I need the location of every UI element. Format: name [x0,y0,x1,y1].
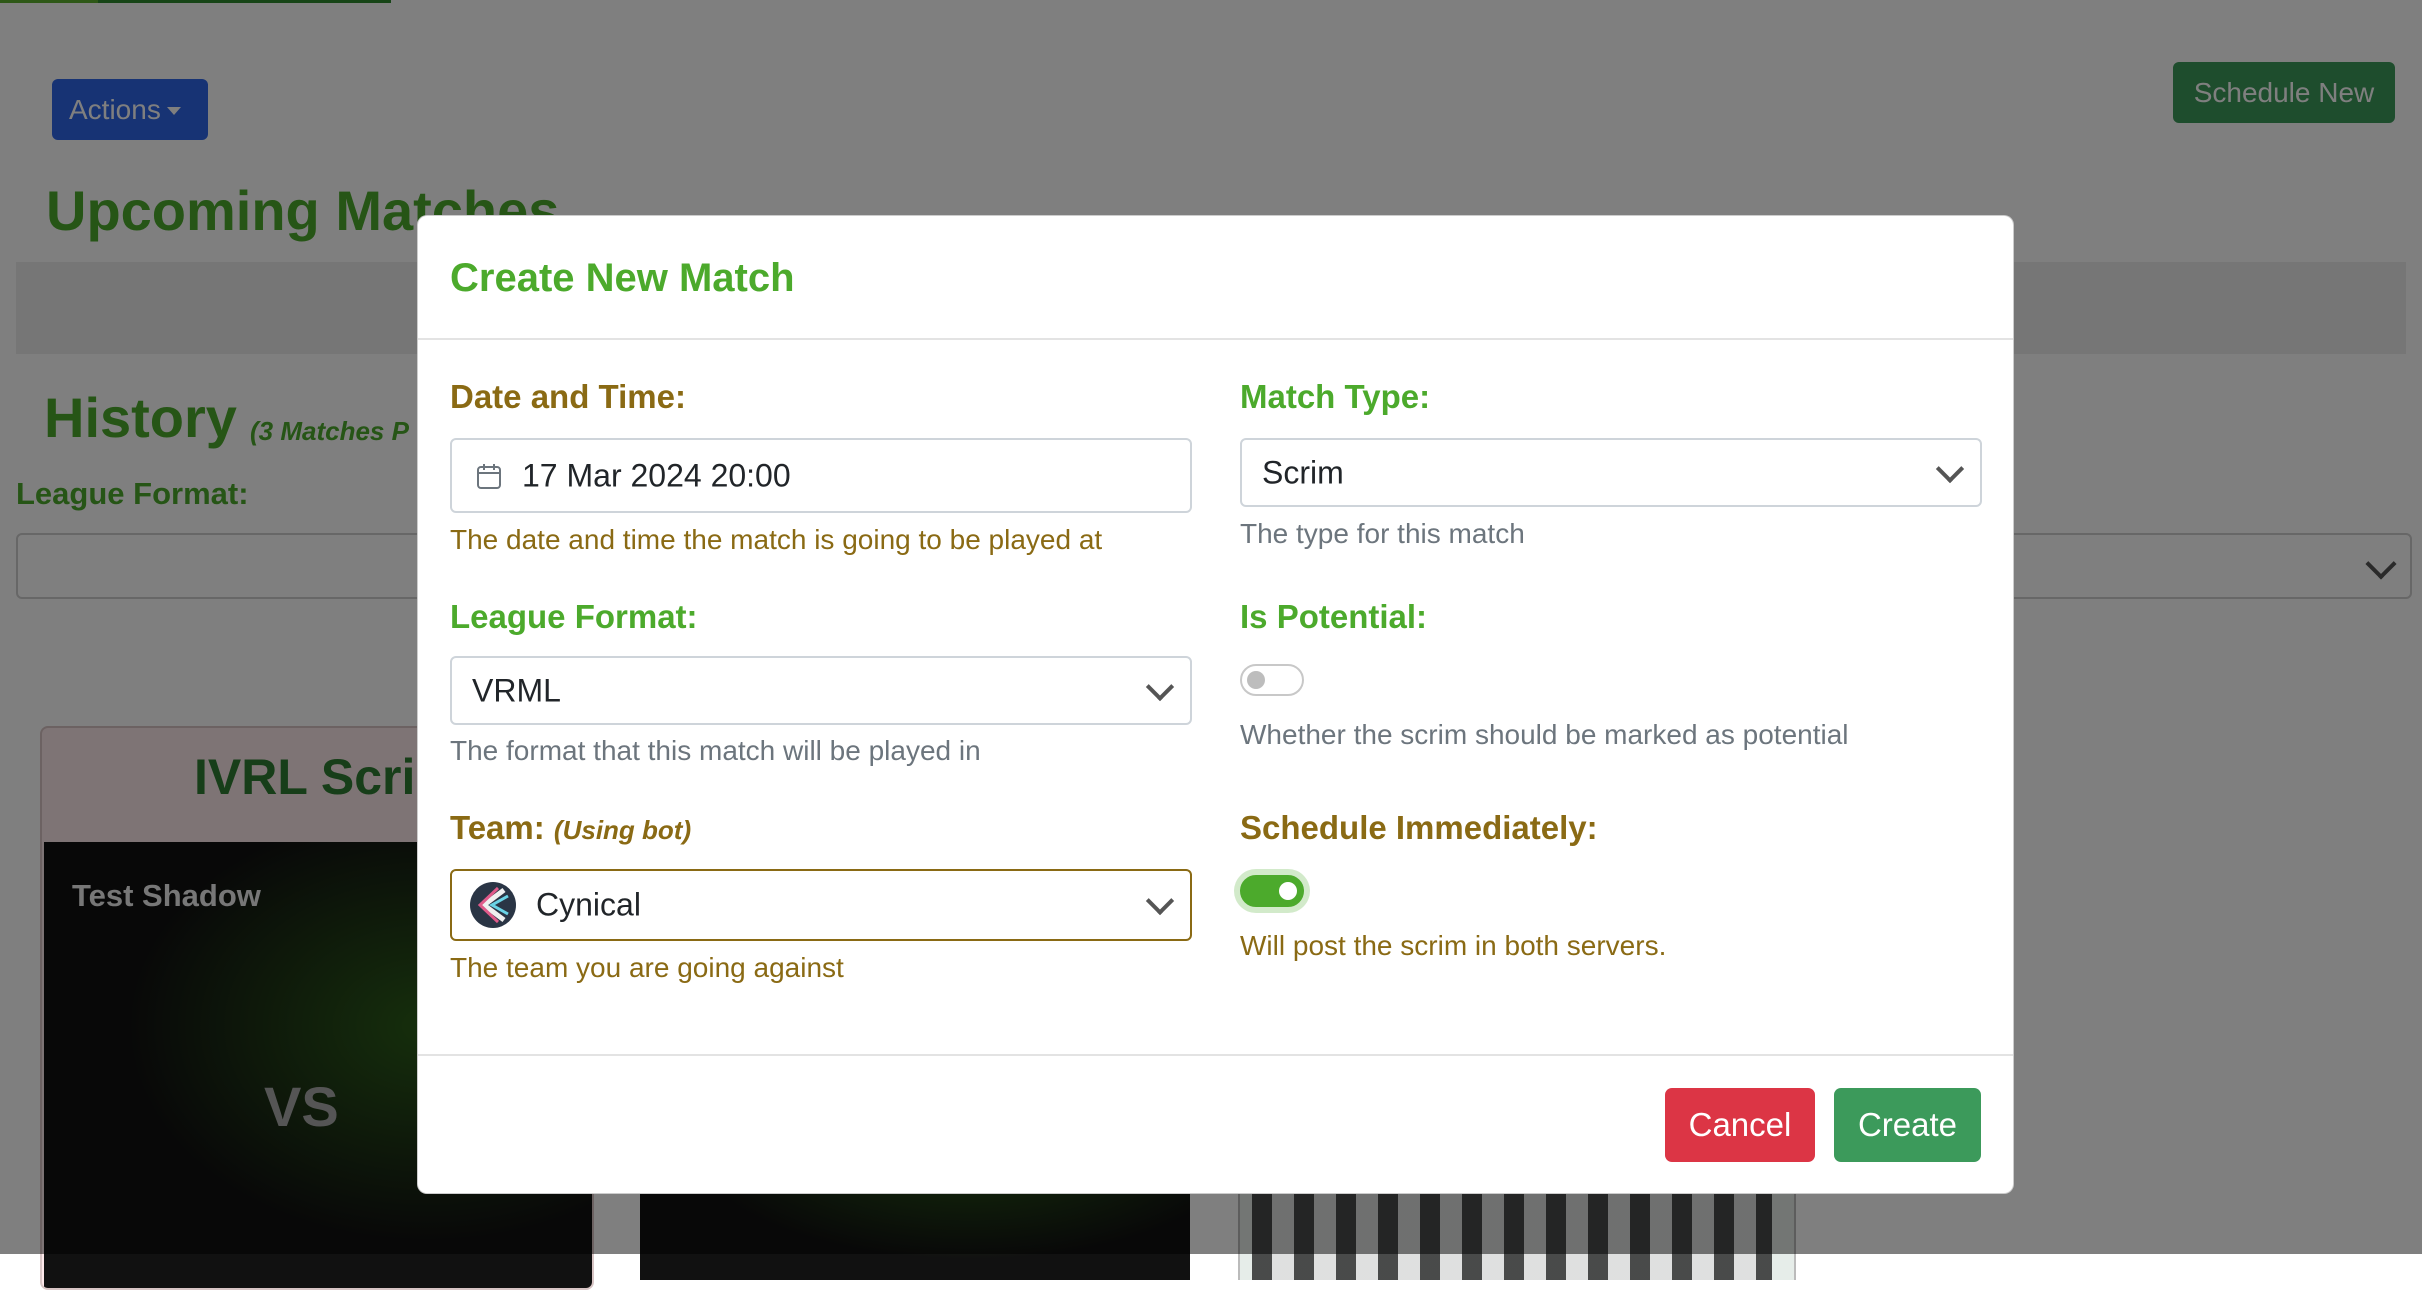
team-logo [470,882,516,928]
chevron-down-icon [1935,454,1965,483]
cancel-button[interactable]: Cancel [1665,1088,1815,1162]
team-value: Cynical [536,886,641,923]
match-type-value: Scrim [1262,454,1344,490]
league-format-label: League Format: [450,598,698,635]
team-label-text: Team: [450,809,545,846]
modal-footer-divider [418,1054,2013,1056]
create-button[interactable]: Create [1834,1088,1981,1162]
match-type-help: The type for this match [1240,518,1525,549]
team-label: Team: (Using bot) [450,809,691,847]
date-time-input[interactable]: 17 Mar 2024 20:00 [450,438,1192,513]
schedule-immediately-toggle[interactable] [1240,875,1304,907]
chevron-down-icon [1145,672,1175,701]
league-format-select[interactable]: VRML [450,656,1192,725]
is-potential-label: Is Potential: [1240,598,1428,635]
date-time-help: The date and time the match is going to … [450,524,1103,555]
match-type-select[interactable]: Scrim [1240,438,1982,507]
is-potential-toggle[interactable] [1240,664,1304,696]
toggle-knob [1247,671,1265,689]
chevron-down-icon [1145,886,1175,916]
team-help: The team you are going against [450,952,844,983]
date-time-value: 17 Mar 2024 20:00 [522,457,791,493]
toggle-knob [1279,882,1297,900]
calendar-icon [477,463,501,489]
schedule-immediately-label: Schedule Immediately: [1240,809,1598,846]
team-select[interactable]: Cynical [450,869,1192,941]
league-format-help: The format that this match will be playe… [450,735,981,766]
is-potential-help: Whether the scrim should be marked as po… [1240,719,1849,750]
schedule-immediately-help: Will post the scrim in both servers. [1240,930,1667,961]
modal-header: Create New Match [418,216,2013,340]
league-format-value: VRML [472,672,561,708]
team-label-note: (Using bot) [553,815,692,845]
match-type-label: Match Type: [1240,378,1431,415]
create-match-modal: Create New Match Date and Time: 17 Mar 2… [417,215,2014,1194]
modal-title: Create New Match [450,256,795,300]
date-time-label: Date and Time: [450,378,686,415]
